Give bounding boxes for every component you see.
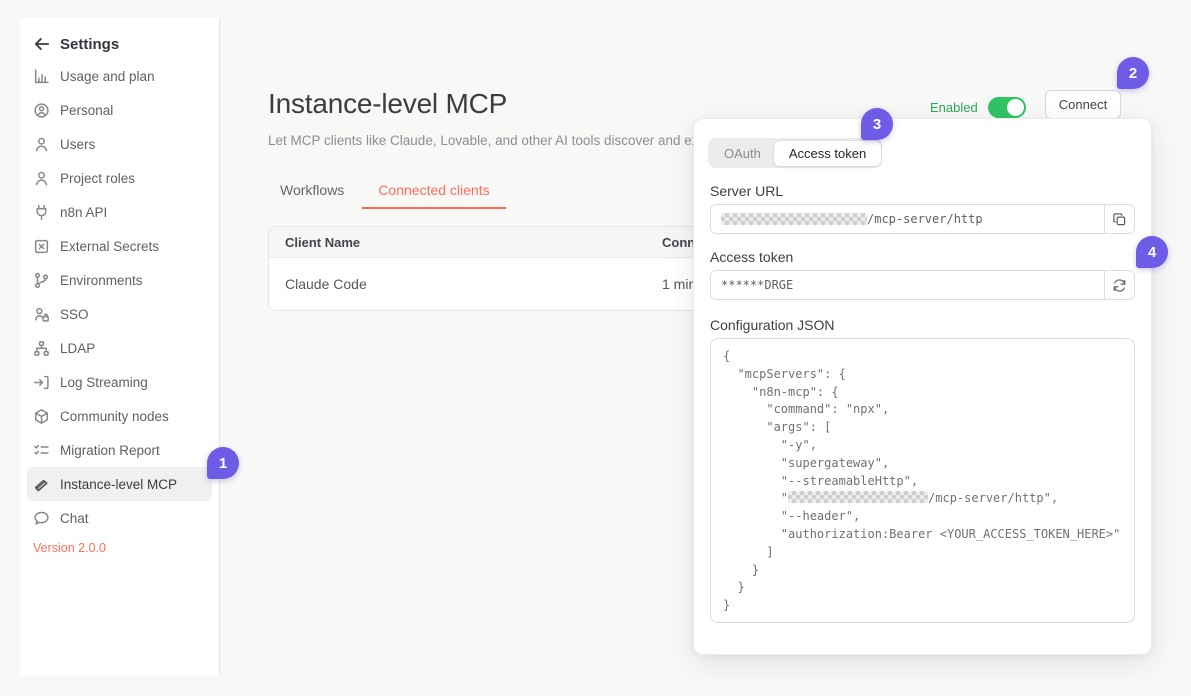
checklist-icon <box>33 442 50 459</box>
sidebar-item-chat[interactable]: Chat <box>27 501 212 535</box>
sidebar-header: Settings <box>20 18 219 58</box>
code-line: } <box>723 597 1122 615</box>
sidebar-item-label: SSO <box>60 307 89 322</box>
code-line: "--streamableHttp", <box>723 473 1122 491</box>
sidebar-item-label: Community nodes <box>60 409 169 424</box>
toggle-knob <box>1007 99 1024 116</box>
code-line: "-y", <box>723 437 1122 455</box>
sidebar-item-label: Log Streaming <box>60 375 148 390</box>
bar-chart-icon <box>33 68 50 85</box>
sidebar-item-label: Personal <box>60 103 113 118</box>
sidebar-item-personal[interactable]: Personal <box>27 93 212 127</box>
sidebar-item-label: n8n API <box>60 205 107 220</box>
main-tabs: WorkflowsConnected clients <box>264 176 506 209</box>
annotation-badge-4: 4 <box>1136 236 1168 268</box>
sidebar-item-instance-level-mcp[interactable]: Instance-level MCP <box>27 467 212 501</box>
access-token-field: ******DRGE <box>710 270 1135 300</box>
annotation-badge-2: 2 <box>1117 57 1149 89</box>
server-url-input[interactable]: /mcp-server/http <box>711 205 1104 233</box>
sidebar-item-community-nodes[interactable]: Community nodes <box>27 399 212 433</box>
configuration-json-label: Configuration JSON <box>710 317 835 333</box>
sidebar-item-users[interactable]: Users <box>27 127 212 161</box>
auth-method-tabs: OAuthAccess token <box>708 138 882 168</box>
sidebar-item-label: Project roles <box>60 171 135 186</box>
redacted-blur <box>721 213 867 225</box>
x-square-icon <box>33 238 50 255</box>
code-line: ] <box>723 544 1122 562</box>
sidebar-item-label: LDAP <box>60 341 95 356</box>
sidebar-item-log-streaming[interactable]: Log Streaming <box>27 365 212 399</box>
access-token-input[interactable]: ******DRGE <box>711 271 1104 299</box>
code-line: { <box>723 348 1122 366</box>
user-icon <box>33 170 50 187</box>
tab-workflows[interactable]: Workflows <box>264 176 360 209</box>
server-url-field: /mcp-server/http <box>710 204 1135 234</box>
code-line: "supergateway", <box>723 455 1122 473</box>
sidebar-item-project-roles[interactable]: Project roles <box>27 161 212 195</box>
sidebar-item-usage-and-plan[interactable]: Usage and plan <box>27 59 212 93</box>
plug-icon <box>33 204 50 221</box>
chat-bubble-icon <box>33 510 50 527</box>
enabled-label: Enabled <box>930 100 978 115</box>
annotation-badge-3: 3 <box>861 108 893 140</box>
annotation-badge-1: 1 <box>207 447 239 479</box>
code-line: "mcpServers": { <box>723 366 1122 384</box>
log-in-icon <box>33 374 50 391</box>
package-icon <box>33 408 50 425</box>
sidebar-item-ldap[interactable]: LDAP <box>27 331 212 365</box>
settings-sidebar: Settings Usage and plan Personal Users Proj… <box>20 18 220 676</box>
user-circle-icon <box>33 102 50 119</box>
layers-icon <box>33 476 50 493</box>
sidebar-item-environments[interactable]: Environments <box>27 263 212 297</box>
code-line: "n8n-mcp": { <box>723 384 1122 402</box>
sidebar-item-label: Migration Report <box>60 443 160 458</box>
sidebar-item-n8n-api[interactable]: n8n API <box>27 195 212 229</box>
git-branch-icon <box>33 272 50 289</box>
code-line: "authorization:Bearer <YOUR_ACCESS_TOKEN… <box>723 526 1122 544</box>
auth-tab-oauth[interactable]: OAuth <box>710 142 775 165</box>
connect-popover: OAuthAccess token Server URL /mcp-server… <box>693 118 1152 655</box>
connect-button[interactable]: Connect <box>1045 90 1121 119</box>
sidebar-item-label: External Secrets <box>60 239 159 254</box>
code-line: "command": "npx", <box>723 401 1122 419</box>
sidebar-title: Settings <box>60 36 119 53</box>
version-label: Version 2.0.0 <box>33 541 219 555</box>
code-line: } <box>723 579 1122 597</box>
redacted-blur <box>788 491 928 503</box>
mcp-enabled-toggle[interactable] <box>988 97 1026 118</box>
sidebar-item-label: Chat <box>60 511 89 526</box>
tab-connected-clients[interactable]: Connected clients <box>362 176 505 209</box>
configuration-json-code[interactable]: { "mcpServers": { "n8n-mcp": { "command"… <box>710 338 1135 623</box>
cell-client-name: Claude Code <box>269 276 646 292</box>
server-url-label: Server URL <box>710 183 783 199</box>
code-line: } <box>723 562 1122 580</box>
code-line: "args": [ <box>723 419 1122 437</box>
hierarchy-icon <box>33 340 50 357</box>
refresh-icon <box>1112 278 1127 293</box>
back-arrow-icon[interactable] <box>33 35 51 53</box>
sidebar-item-label: Users <box>60 137 95 152</box>
copy-icon <box>1112 212 1127 227</box>
sidebar-item-migration-report[interactable]: Migration Report <box>27 433 212 467</box>
page-title: Instance-level MCP <box>268 88 507 120</box>
sidebar-item-label: Instance-level MCP <box>60 477 177 492</box>
auth-tab-access-token[interactable]: Access token <box>773 140 882 167</box>
code-line: "--header", <box>723 508 1122 526</box>
copy-button[interactable] <box>1104 205 1134 233</box>
sidebar-item-label: Environments <box>60 273 143 288</box>
sidebar-menu: Usage and plan Personal Users Project roles… <box>20 59 219 535</box>
sidebar-item-label: Usage and plan <box>60 69 155 84</box>
user-lock-icon <box>33 306 50 323</box>
regenerate-token-button[interactable] <box>1104 271 1134 299</box>
code-line: "/mcp-server/http", <box>723 490 1122 508</box>
sidebar-item-external-secrets[interactable]: External Secrets <box>27 229 212 263</box>
user-icon <box>33 136 50 153</box>
access-token-label: Access token <box>710 249 793 265</box>
sidebar-item-sso[interactable]: SSO <box>27 297 212 331</box>
column-header: Client Name <box>269 235 646 250</box>
